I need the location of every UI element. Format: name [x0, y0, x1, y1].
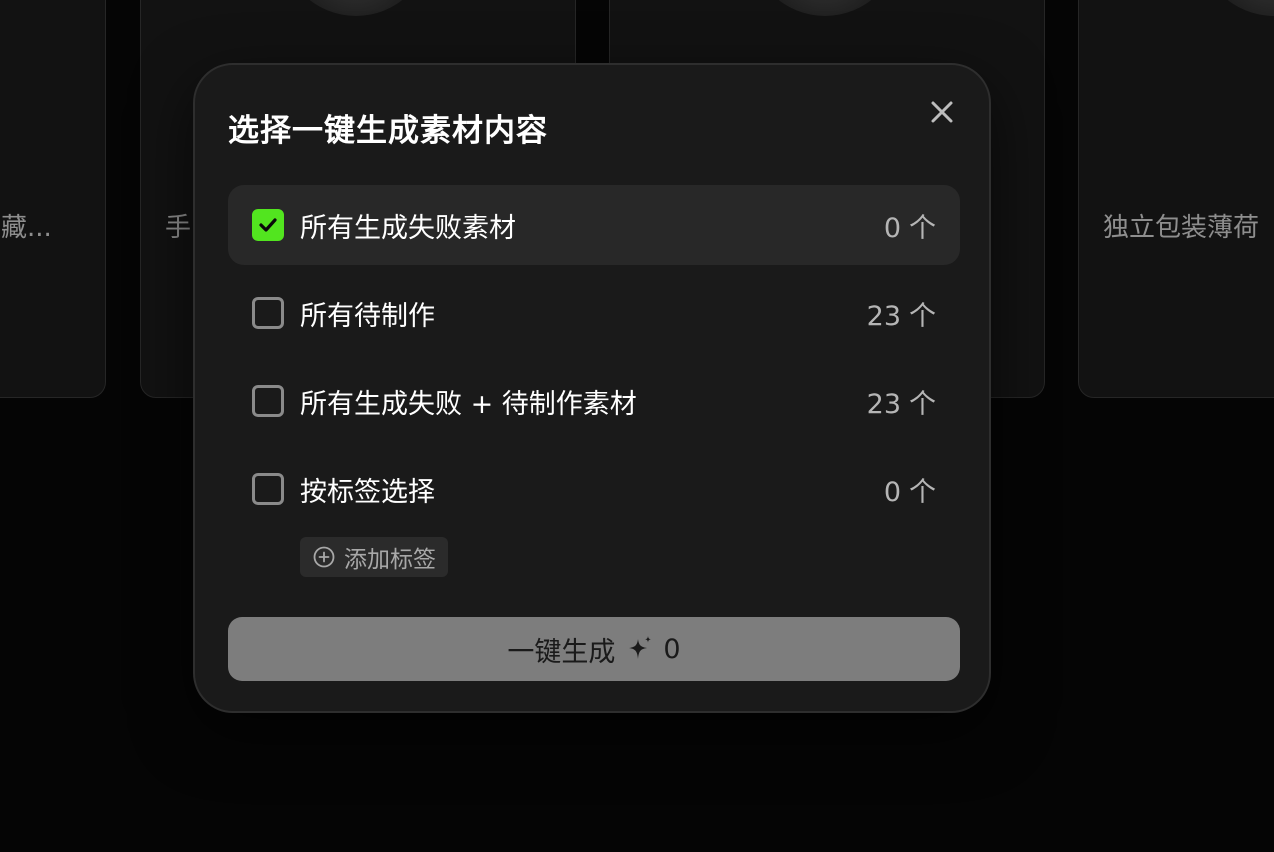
option-by-tag[interactable]: 按标签选择 0个 — [228, 449, 960, 529]
option-label: 所有生成失败素材 — [300, 212, 516, 244]
card-title: 藏... — [1, 213, 52, 243]
option-count: 23 个 — [866, 300, 936, 332]
sparkle-icon — [629, 636, 652, 659]
checkbox[interactable] — [252, 297, 284, 329]
option-count: 23 个 — [866, 388, 936, 420]
screen: 藏... 手 独立包装薄荷 选择一键生成素材内容 所有生成失败素材 0个 所有待… — [0, 0, 1274, 852]
card-thumbnail — [281, 0, 431, 16]
option-all-failed[interactable]: 所有生成失败素材 0个 — [228, 185, 960, 265]
option-label: 按标签选择 — [300, 476, 435, 508]
generate-dialog: 选择一键生成素材内容 所有生成失败素材 0个 所有待制作 23 个 所有生成失败 … — [193, 63, 991, 713]
option-count: 0个 — [883, 212, 936, 244]
check-icon — [259, 218, 277, 232]
option-count: 0个 — [883, 476, 936, 508]
generate-label: 一键生成 — [507, 636, 616, 668]
checkbox[interactable] — [252, 473, 284, 505]
generate-count: 0 — [663, 633, 681, 665]
card-thumbnail — [750, 0, 900, 16]
background-card[interactable]: 独立包装薄荷 — [1078, 0, 1274, 398]
dialog-title: 选择一键生成素材内容 — [228, 113, 548, 149]
option-all-pending[interactable]: 所有待制作 23 个 — [228, 273, 960, 353]
add-tag-button[interactable]: 添加标签 — [300, 537, 448, 577]
card-title: 手 — [165, 213, 192, 243]
card-thumbnail — [1199, 0, 1274, 16]
generate-button[interactable]: 一键生成 0 — [228, 617, 960, 681]
add-tag-label: 添加标签 — [344, 547, 436, 573]
close-icon[interactable] — [927, 97, 957, 127]
checkbox[interactable] — [252, 385, 284, 417]
option-label: 所有生成失败 + 待制作素材 — [300, 388, 637, 420]
option-label: 所有待制作 — [300, 300, 435, 332]
background-card[interactable]: 藏... — [0, 0, 106, 398]
card-title: 独立包装薄荷 — [1103, 213, 1260, 243]
option-failed-and-pending[interactable]: 所有生成失败 + 待制作素材 23 个 — [228, 361, 960, 441]
checkbox-checked[interactable] — [252, 209, 284, 241]
plus-circle-icon — [313, 546, 335, 568]
